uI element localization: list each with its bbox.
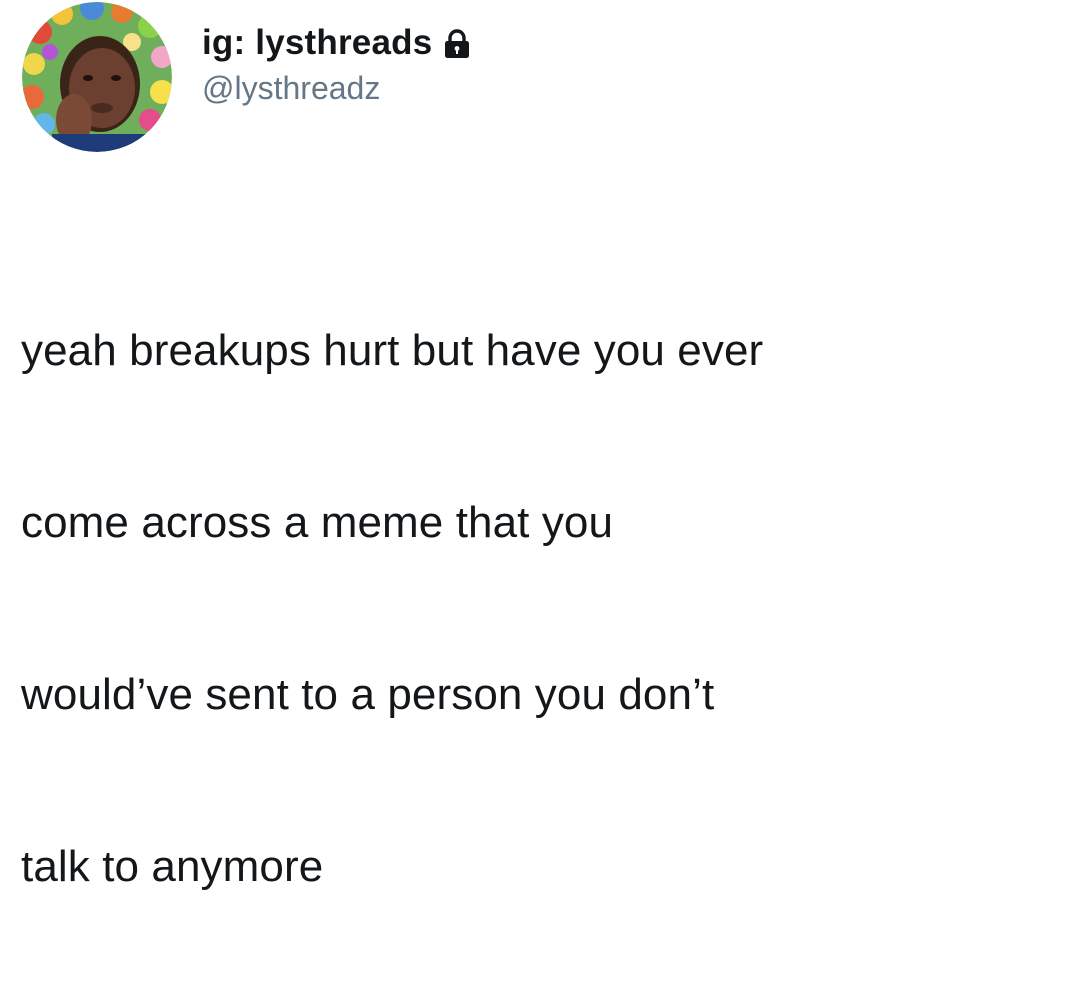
tweet-text-line: yeah breakups hurt but have you ever: [21, 326, 764, 375]
user-handle[interactable]: @lysthreadz: [202, 67, 472, 109]
avatar[interactable]: [22, 2, 172, 152]
lock-icon: [442, 28, 472, 60]
tweet-text-line: talk to anymore: [21, 842, 324, 891]
author-names: ig: lysthreads @lysthreadz: [202, 21, 472, 109]
tweet-card: ig: lysthreads @lysthreadz yeah breakups…: [0, 0, 1079, 891]
tweet-text: yeah breakups hurt but have you ever com…: [21, 222, 1061, 996]
tweet-header: ig: lysthreads @lysthreadz: [22, 2, 472, 152]
tweet-text-line: come across a meme that you: [21, 498, 614, 547]
tweet-text-line: would’ve sent to a person you don’t: [21, 670, 715, 719]
display-name[interactable]: ig: lysthreads: [202, 21, 432, 65]
avatar-image: [22, 2, 172, 152]
display-name-row: ig: lysthreads: [202, 21, 472, 65]
